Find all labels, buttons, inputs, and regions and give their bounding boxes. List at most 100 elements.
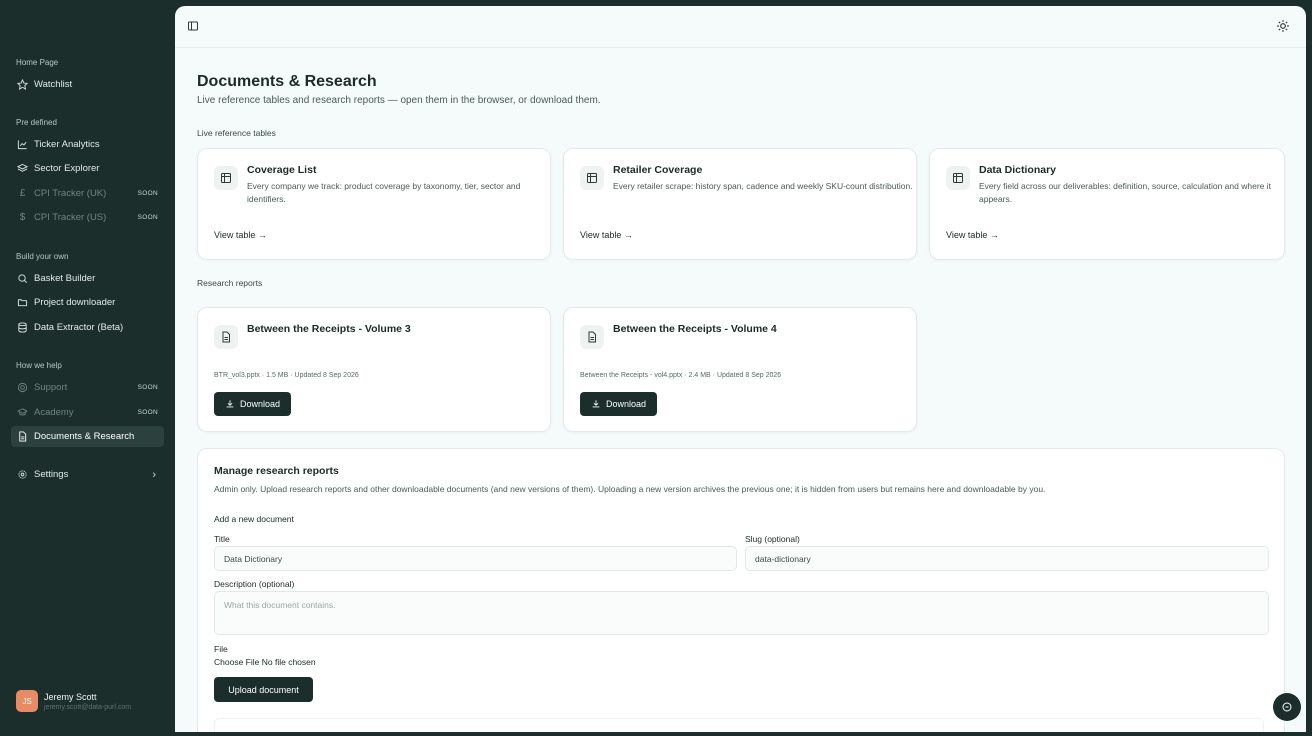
- sidebar-item-ticker-analytics[interactable]: Ticker Analytics: [11, 134, 164, 155]
- view-table-label: View table: [214, 230, 256, 240]
- layers-icon: [17, 163, 28, 174]
- card-description: Every company we track: product coverage…: [247, 181, 521, 204]
- chat-icon: [1282, 702, 1292, 712]
- upload-label: Upload document: [228, 684, 299, 695]
- soon-badge: SOON: [137, 409, 158, 416]
- chat-button[interactable]: [1273, 693, 1301, 721]
- view-table-link[interactable]: View table →: [580, 230, 633, 240]
- sidebar-item-watchlist[interactable]: Watchlist: [11, 74, 164, 95]
- manage-title: Manage research reports: [214, 465, 339, 477]
- section-label-research: Research reports: [197, 278, 263, 288]
- document-icon: [17, 431, 28, 442]
- table-icon: [214, 166, 238, 190]
- sidebar-item-label: Settings: [34, 469, 69, 480]
- sidebar-item-label: Basket Builder: [34, 273, 96, 284]
- arrow-right-icon: →: [623, 230, 633, 240]
- section-label-live-tables: Live reference tables: [197, 128, 276, 138]
- sidebar-section-help: How we help: [16, 361, 62, 370]
- sidebar-item-label: Documents & Research: [34, 431, 135, 442]
- sidebar-item-sector-explorer[interactable]: Sector Explorer: [11, 158, 164, 179]
- table-icon: [946, 166, 970, 190]
- card-description: Every field across our deliverables: def…: [979, 181, 1271, 204]
- view-table-link[interactable]: View table →: [214, 230, 267, 240]
- download-button[interactable]: Download: [580, 392, 657, 416]
- card-title: Coverage List: [247, 164, 317, 176]
- sidebar-item-cpi-uk[interactable]: £ CPI Tracker (UK) SOON: [11, 183, 164, 204]
- manage-description: Admin only. Upload research reports and …: [214, 484, 1046, 494]
- sidebar-item-cpi-us[interactable]: $ CPI Tracker (US) SOON: [11, 207, 164, 228]
- main-panel: Documents & Research Live reference tabl…: [175, 6, 1306, 732]
- page-title: Documents & Research: [197, 73, 377, 90]
- sidebar-item-settings[interactable]: Settings ›: [11, 464, 164, 485]
- theme-toggle-icon[interactable]: [1276, 19, 1290, 33]
- file-meta: BTR_vol3.pptx · 1.5 MB · Updated 8 Sep 2…: [214, 372, 359, 379]
- file-input[interactable]: Choose File No file chosen: [214, 657, 316, 667]
- sidebar-item-label: Watchlist: [34, 79, 73, 90]
- title-input[interactable]: Data Dictionary: [214, 546, 737, 571]
- manage-reports-panel: Manage research reports Admin only. Uplo…: [197, 448, 1285, 732]
- dollar-icon: $: [19, 212, 26, 223]
- card-title: Between the Receipts - Volume 4: [613, 323, 777, 335]
- sidebar-item-label: Sector Explorer: [34, 163, 100, 174]
- file-status: No file chosen: [261, 657, 316, 667]
- user-profile[interactable]: JS Jeremy Scott jeremy.scott@data-purl.c…: [16, 690, 131, 712]
- database-icon: [17, 322, 28, 333]
- document-list: [214, 718, 1264, 732]
- sidebar-item-project-downloader[interactable]: Project downloader: [11, 292, 164, 313]
- user-email: jeremy.scott@data-purl.com: [44, 703, 132, 711]
- chevron-right-icon: ›: [152, 468, 156, 481]
- view-table-label: View table: [580, 230, 622, 240]
- card-description: Every retailer scrape: history span, cad…: [613, 181, 913, 191]
- pound-icon: £: [19, 188, 26, 199]
- download-button[interactable]: Download: [214, 392, 291, 416]
- title-field-label: Title: [214, 534, 230, 544]
- download-label: Download: [605, 399, 647, 409]
- card-title: Data Dictionary: [979, 164, 1057, 176]
- gear-icon: [17, 469, 28, 480]
- slug-field-label: Slug (optional): [745, 534, 800, 544]
- download-label: Download: [239, 399, 281, 409]
- slug-input[interactable]: data-dictionary: [745, 546, 1269, 571]
- view-table-link[interactable]: View table →: [946, 230, 999, 240]
- sidebar-section-home: Home Page: [16, 58, 59, 67]
- upload-document-button[interactable]: Upload document: [214, 677, 313, 702]
- lifebuoy-icon: [17, 382, 28, 393]
- page-subtitle: Live reference tables and research repor…: [197, 95, 601, 106]
- view-table-label: View table: [946, 230, 988, 240]
- file-meta: Between the Receipts - vol4.pptx · 2.4 M…: [580, 372, 782, 379]
- search-icon: [17, 273, 28, 284]
- download-icon: [592, 400, 600, 408]
- sidebar-item-support[interactable]: Support SOON: [11, 377, 164, 398]
- table-card[interactable]: Retailer Coverage Every retailer scrape:…: [563, 148, 917, 260]
- line-chart-icon: [17, 139, 28, 150]
- soon-badge: SOON: [137, 214, 158, 221]
- sidebar-item-label: Support: [34, 382, 68, 393]
- sidebar-item-label: CPI Tracker (UK): [34, 188, 107, 199]
- arrow-right-icon: →: [989, 230, 999, 240]
- avatar: JS: [16, 690, 38, 712]
- sidebar-section-build: Build your own: [16, 252, 69, 261]
- arrow-right-icon: →: [257, 230, 267, 240]
- sidebar-item-label: Academy: [34, 407, 74, 418]
- top-bar: [175, 6, 1306, 48]
- report-card: Between the Receipts - Volume 3 BTR_vol3…: [197, 307, 551, 432]
- sidebar-item-label: Project downloader: [34, 297, 116, 308]
- card-title: Retailer Coverage: [613, 164, 703, 176]
- document-icon: [580, 325, 604, 349]
- report-card: Between the Receipts - Volume 4 Between …: [563, 307, 917, 432]
- add-document-label: Add a new document: [214, 514, 294, 524]
- description-textarea[interactable]: What this document contains.: [214, 591, 1269, 635]
- document-icon: [214, 325, 238, 349]
- user-name: Jeremy Scott: [44, 691, 97, 702]
- sidebar-item-label: Data Extractor (Beta): [34, 322, 124, 333]
- sidebar-item-data-extractor[interactable]: Data Extractor (Beta): [11, 317, 164, 338]
- sidebar-toggle-icon[interactable]: [187, 20, 199, 32]
- sidebar-item-documents[interactable]: Documents & Research: [11, 426, 164, 447]
- table-card[interactable]: Data Dictionary Every field across our d…: [929, 148, 1285, 260]
- sidebar-item-basket-builder[interactable]: Basket Builder: [11, 268, 164, 289]
- table-card[interactable]: Coverage List Every company we track: pr…: [197, 148, 551, 260]
- folder-icon: [17, 297, 28, 308]
- soon-badge: SOON: [137, 384, 158, 391]
- sidebar-item-academy[interactable]: Academy SOON: [11, 402, 164, 423]
- choose-file-button[interactable]: Choose File: [214, 657, 259, 667]
